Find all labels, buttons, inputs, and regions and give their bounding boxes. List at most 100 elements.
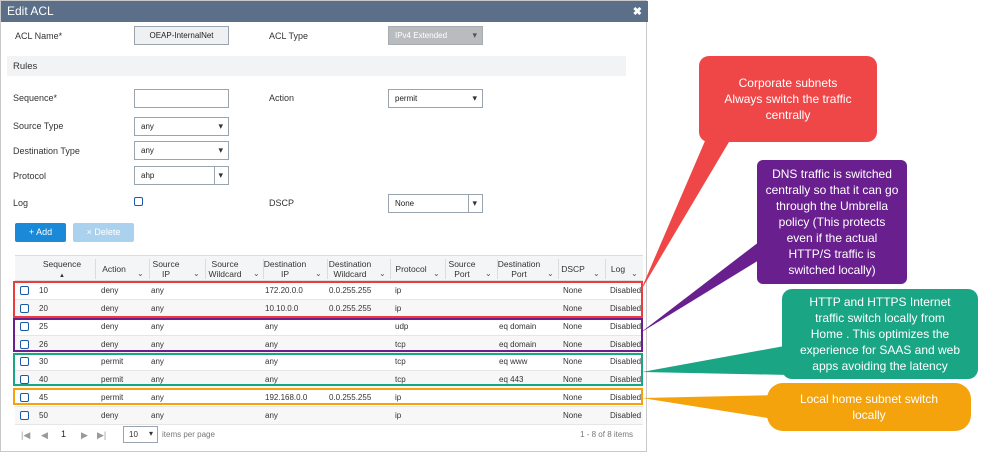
protocol-value: ahp bbox=[141, 171, 155, 180]
protocol-label: Protocol bbox=[13, 171, 47, 181]
http-callout-text: traffic switch locally from bbox=[815, 311, 945, 325]
local-callout-text: Local home subnet switch bbox=[799, 392, 939, 406]
dns-callout-text: policy (This protects bbox=[778, 215, 886, 229]
dscp-dropdown-toggle[interactable] bbox=[468, 195, 482, 212]
col-destination-wildcard[interactable]: Destination Wildcard bbox=[325, 259, 375, 279]
dscp-select[interactable]: None bbox=[388, 194, 483, 213]
prev-page-icon[interactable]: ◀ bbox=[41, 430, 48, 441]
col-destination-port-label: Destination bbox=[497, 259, 541, 269]
chevron-down-icon[interactable]: ⌄ bbox=[593, 269, 600, 278]
sequence-input[interactable] bbox=[134, 89, 229, 108]
sequence-label: Sequence* bbox=[13, 93, 58, 103]
cell-destination-ip: any bbox=[265, 411, 278, 420]
col-destination-port[interactable]: Destination Port bbox=[495, 259, 543, 279]
col-divider bbox=[390, 259, 391, 279]
col-sequence[interactable]: Sequence ▲ bbox=[39, 259, 85, 281]
local-callout-text: locally bbox=[852, 408, 886, 422]
col-divider bbox=[95, 259, 96, 279]
col-destination-wildcard-label-2: Wildcard bbox=[333, 269, 367, 279]
col-destination-ip-label: Destination bbox=[263, 259, 307, 269]
dscp-label: DSCP bbox=[269, 198, 295, 208]
dns-callout-text: DNS traffic is switched bbox=[772, 167, 892, 181]
items-per-page-select[interactable]: 10 bbox=[123, 426, 158, 443]
col-sequence-label: Sequence bbox=[42, 259, 82, 269]
destination-type-select[interactable]: any bbox=[134, 141, 229, 160]
col-source-ip-label: Source bbox=[152, 259, 180, 269]
col-source-ip-label-2: IP bbox=[161, 269, 171, 279]
delete-button[interactable]: × Delete bbox=[73, 223, 134, 242]
cell-action: deny bbox=[101, 411, 119, 420]
http-callout-text: experience for SAAS and web bbox=[799, 343, 961, 357]
chevron-down-icon[interactable]: ⌄ bbox=[193, 269, 200, 278]
col-protocol[interactable]: Protocol bbox=[393, 264, 429, 274]
col-dscp[interactable]: DSCP bbox=[561, 264, 585, 274]
cell-dscp: None bbox=[563, 411, 583, 420]
chevron-down-icon[interactable]: ⌄ bbox=[253, 269, 260, 278]
action-select[interactable]: permit bbox=[388, 89, 483, 108]
col-action-label: Action bbox=[102, 264, 126, 274]
col-destination-wildcard-label: Destination bbox=[328, 259, 372, 269]
chevron-down-icon[interactable]: ⌄ bbox=[485, 269, 492, 278]
col-destination-port-label-2: Port bbox=[511, 269, 527, 279]
col-source-wildcard-label: Source bbox=[211, 259, 239, 269]
source-type-select[interactable]: any bbox=[134, 117, 229, 136]
acl-type-label: ACL Type bbox=[269, 31, 309, 41]
dns-callout-text: through the Umbrella bbox=[775, 199, 889, 213]
col-destination-ip[interactable]: Destination IP bbox=[261, 259, 309, 279]
rules-table-header: Sequence ▲ Action ⌄ Source IP ⌄ Source Wil… bbox=[15, 255, 643, 281]
cell-protocol: ip bbox=[395, 411, 402, 420]
dns-callout: DNS traffic is switched centrally so tha… bbox=[757, 160, 907, 284]
last-page-icon[interactable]: ▶| bbox=[97, 430, 106, 441]
protocol-select[interactable]: ahp bbox=[134, 166, 229, 185]
col-divider bbox=[605, 259, 606, 279]
source-type-label: Source Type bbox=[13, 121, 64, 131]
http-callout-text: apps avoiding the latency bbox=[812, 359, 948, 373]
chevron-down-icon[interactable]: ⌄ bbox=[137, 269, 144, 278]
items-per-page-label: items per page bbox=[162, 430, 215, 439]
corporate-pointer bbox=[640, 120, 742, 292]
chevron-down-icon[interactable]: ⌄ bbox=[547, 269, 554, 278]
dscp-value: None bbox=[395, 199, 415, 208]
destination-type-label: Destination Type bbox=[13, 146, 80, 156]
add-button[interactable]: + Add bbox=[15, 223, 66, 242]
corporate-callout-text: Always switch the traffic bbox=[724, 92, 852, 106]
protocol-dropdown-toggle[interactable] bbox=[214, 167, 228, 184]
items-count: 1 - 8 of 8 items bbox=[580, 430, 633, 439]
dns-callout-text: switched locally) bbox=[788, 263, 876, 277]
corporate-callout-text: centrally bbox=[765, 108, 811, 122]
dns-rows-highlight bbox=[13, 318, 643, 352]
next-page-icon[interactable]: ▶ bbox=[81, 430, 88, 441]
col-log[interactable]: Log bbox=[609, 264, 627, 274]
dns-callout-text: even if the actual bbox=[786, 231, 878, 245]
cell-log: Disabled bbox=[610, 411, 642, 420]
local-rows-highlight bbox=[13, 388, 643, 405]
close-icon[interactable]: ✖ bbox=[633, 5, 642, 18]
chevron-down-icon[interactable]: ⌄ bbox=[433, 269, 440, 278]
local-pointer bbox=[642, 395, 780, 420]
acl-name-field: OEAP-InternalNet bbox=[134, 26, 229, 45]
rules-section-header: Rules bbox=[7, 56, 626, 76]
col-divider bbox=[558, 259, 559, 279]
col-source-port-label: Source bbox=[448, 259, 476, 269]
col-divider bbox=[149, 259, 150, 279]
col-source-port[interactable]: Source Port bbox=[445, 259, 479, 279]
log-checkbox[interactable] bbox=[134, 197, 143, 206]
current-page[interactable]: 1 bbox=[61, 429, 66, 439]
http-callout-text: Home . This optimizes the bbox=[810, 327, 950, 341]
dns-callout-text: HTTP/S traffic is bbox=[788, 247, 876, 261]
col-source-wildcard[interactable]: Source Wildcard bbox=[205, 259, 245, 279]
http-callout-text: HTTP and HTTPS Internet bbox=[809, 295, 951, 309]
local-callout: Local home subnet switch locally bbox=[767, 383, 971, 431]
col-source-ip[interactable]: Source IP bbox=[151, 259, 181, 279]
col-action[interactable]: Action bbox=[99, 264, 129, 274]
row-checkbox[interactable] bbox=[20, 411, 29, 420]
col-source-wildcard-label-2: Wildcard bbox=[208, 269, 242, 279]
col-destination-ip-label-2: IP bbox=[280, 269, 290, 279]
chevron-down-icon[interactable]: ⌄ bbox=[379, 269, 386, 278]
corporate-callout-text: Corporate subnets bbox=[738, 76, 838, 90]
acl-name-label: ACL Name* bbox=[15, 31, 63, 41]
chevron-down-icon[interactable]: ⌄ bbox=[631, 269, 638, 278]
dns-callout-text: centrally so that it can go bbox=[765, 183, 899, 197]
first-page-icon[interactable]: |◀ bbox=[21, 430, 30, 441]
chevron-down-icon[interactable]: ⌄ bbox=[315, 269, 322, 278]
